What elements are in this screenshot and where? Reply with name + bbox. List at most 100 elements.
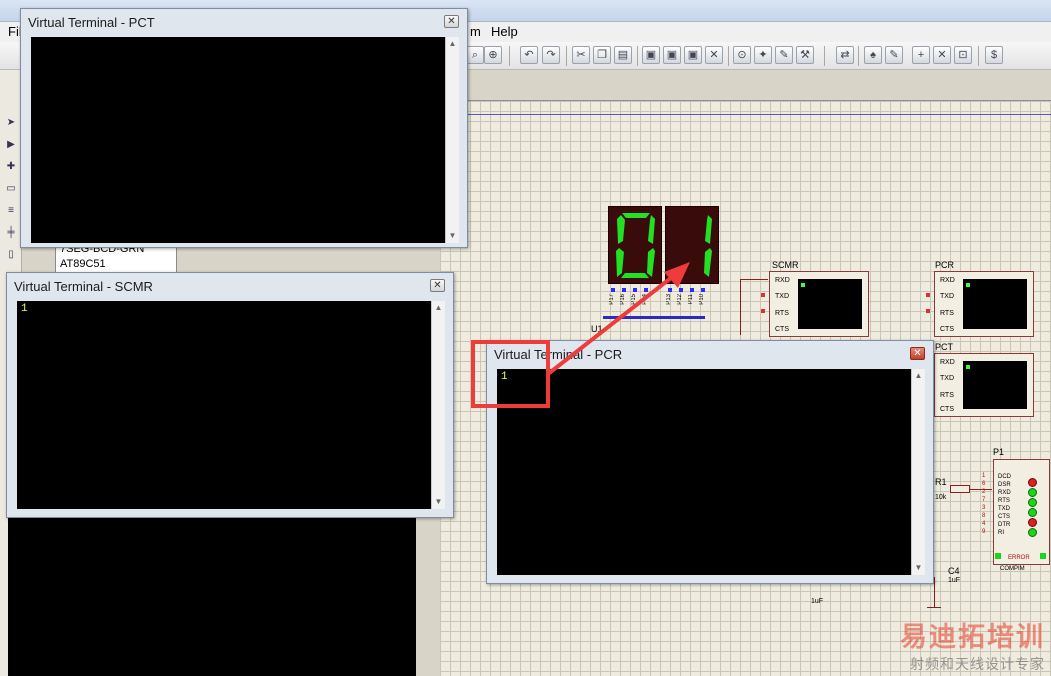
status-led-icon xyxy=(1028,498,1037,507)
pin-marker xyxy=(761,309,765,313)
terminal-screen[interactable] xyxy=(31,37,445,243)
compim-pin-number: 7 xyxy=(982,497,986,503)
compim-pin-label: CTS xyxy=(998,514,1010,520)
wire xyxy=(740,279,768,280)
compim-pin-number: 4 xyxy=(982,521,986,527)
segment-a xyxy=(622,213,650,218)
c4-value: 1uF xyxy=(948,577,961,584)
remove-sheet-icon[interactable]: ✕ xyxy=(933,46,951,64)
toolbar-separator xyxy=(509,46,510,66)
pct-terminal-component[interactable]: RXD TXD RTS CTS xyxy=(934,353,1034,417)
block-copy-icon[interactable]: ▣ xyxy=(642,46,660,64)
scroll-up-icon[interactable]: ▲ xyxy=(432,301,445,315)
selection-mode-icon[interactable]: ➤ xyxy=(2,114,20,132)
bill-of-materials-icon[interactable]: $ xyxy=(985,46,1003,64)
scroll-down-icon[interactable]: ▼ xyxy=(446,229,459,243)
wire-autorouter-icon[interactable]: ⇄ xyxy=(836,46,854,64)
r1-value: 10k xyxy=(935,494,947,501)
pin-label: RTS xyxy=(775,310,789,317)
pin-marker xyxy=(761,293,765,297)
junction-dot-icon[interactable]: ✚ xyxy=(2,158,20,176)
toolbar-separator xyxy=(728,46,729,66)
terminal-screen[interactable]: 1 xyxy=(17,301,431,509)
virtual-terminal-pct-window[interactable]: Virtual Terminal - PCT ✕ ▲ ▼ xyxy=(20,8,468,248)
zoom-area-icon[interactable]: ⌕ xyxy=(466,46,484,64)
bus-mode-icon[interactable]: ╪ xyxy=(2,224,20,242)
compim-pin-label: DSR xyxy=(998,482,1011,488)
redo-icon[interactable]: ↷ xyxy=(542,46,560,64)
watermark-title: 易迪拓培训 xyxy=(900,622,1045,652)
scroll-down-icon[interactable]: ▼ xyxy=(912,561,925,575)
status-led-icon xyxy=(1028,508,1037,517)
display-pin-label: P10 xyxy=(699,294,705,305)
block-rotate-icon[interactable]: ▣ xyxy=(684,46,702,64)
exit-to-parent-icon[interactable]: ⊡ xyxy=(954,46,972,64)
menu-help[interactable]: Help xyxy=(491,24,518,39)
copy-icon[interactable]: ❐ xyxy=(593,46,611,64)
pcr-label: PCR xyxy=(935,260,955,270)
window-title: Virtual Terminal - SCMR xyxy=(14,279,153,294)
terminal-screen[interactable]: 1 xyxy=(497,369,911,575)
watermark-subtitle: 射频和天线设计专家 xyxy=(910,656,1045,672)
scmr-terminal-component[interactable]: RXD TXD RTS CTS xyxy=(769,271,869,337)
compim-component[interactable]: DCD 1 DSR 6 RXD 2 RTS 7 TXD 3 CTS 8 DTR 4 RI 9 ERROR xyxy=(982,459,1050,565)
scrollbar[interactable]: ▲ ▼ xyxy=(911,369,925,575)
scroll-up-icon[interactable]: ▲ xyxy=(912,369,925,383)
close-icon[interactable]: ✕ xyxy=(430,279,445,292)
pin-marker xyxy=(926,293,930,297)
pick-device-icon[interactable]: ⊙ xyxy=(733,46,751,64)
compim-pin-number: 8 xyxy=(982,513,986,519)
sheet-border xyxy=(440,114,1051,115)
compim-pin-label: RTS xyxy=(998,498,1010,504)
r1-label: R1 xyxy=(935,477,947,487)
scrollbar[interactable]: ▲ ▼ xyxy=(445,37,459,243)
pct-label: PCT xyxy=(935,342,953,352)
make-device-icon[interactable]: ✦ xyxy=(754,46,772,64)
highlight-box xyxy=(471,340,550,408)
wire xyxy=(934,577,935,607)
block-delete-icon[interactable]: ✕ xyxy=(705,46,723,64)
scrollbar[interactable]: ▲ ▼ xyxy=(431,301,445,509)
scmr-terminal-screen xyxy=(798,279,862,329)
compim-name: COMPIM xyxy=(1000,566,1025,572)
pin-label: TXD xyxy=(940,293,954,300)
menu-system[interactable]: m xyxy=(470,24,481,39)
segment-c xyxy=(704,248,712,277)
resistor-r1[interactable] xyxy=(950,485,970,493)
compim-pin-number: 2 xyxy=(982,489,986,495)
subcircuit-mode-icon[interactable]: ▯ xyxy=(2,246,20,264)
cursor-dot xyxy=(801,283,805,287)
compim-pin-label: DTR xyxy=(998,522,1011,528)
package-tool-icon[interactable]: ✎ xyxy=(775,46,793,64)
compim-pin-label: RXD xyxy=(998,490,1011,496)
close-icon[interactable]: ✕ xyxy=(910,347,925,360)
compim-pin-number: 9 xyxy=(982,529,986,535)
toolbar-separator xyxy=(858,46,859,66)
search-tag-icon[interactable]: ♠ xyxy=(864,46,882,64)
wire xyxy=(970,489,992,490)
pin-marker xyxy=(701,288,705,292)
cut-icon[interactable]: ✂ xyxy=(572,46,590,64)
toolbar-separator xyxy=(637,46,638,66)
component-mode-icon[interactable]: ▶ xyxy=(2,136,20,154)
undo-icon[interactable]: ↶ xyxy=(520,46,538,64)
close-icon[interactable]: ✕ xyxy=(444,15,459,28)
status-led-icon xyxy=(1028,488,1037,497)
text-script-icon[interactable]: ≡ xyxy=(2,202,20,220)
pin-label: RTS xyxy=(940,392,954,399)
block-move-icon[interactable]: ▣ xyxy=(663,46,681,64)
zoom-fit-icon[interactable]: ⊕ xyxy=(484,46,502,64)
pcr-terminal-component[interactable]: RXD TXD RTS CTS xyxy=(934,271,1034,337)
paste-icon[interactable]: ▤ xyxy=(614,46,632,64)
scroll-up-icon[interactable]: ▲ xyxy=(446,37,459,51)
wire-label-icon[interactable]: ▭ xyxy=(2,180,20,198)
annotation-arrow-icon xyxy=(546,262,690,376)
capacitor-value: 1uF xyxy=(811,598,824,605)
scroll-down-icon[interactable]: ▼ xyxy=(432,495,445,509)
device-list-item[interactable]: AT89C51 xyxy=(60,258,106,270)
property-tool-icon[interactable]: ✎ xyxy=(885,46,903,64)
virtual-terminal-scmr-window[interactable]: Virtual Terminal - SCMR ✕ 1 ▲ ▼ xyxy=(6,272,454,518)
compim-pin-number: 6 xyxy=(982,481,986,487)
new-sheet-icon[interactable]: + xyxy=(912,46,930,64)
decompose-icon[interactable]: ⚒ xyxy=(796,46,814,64)
